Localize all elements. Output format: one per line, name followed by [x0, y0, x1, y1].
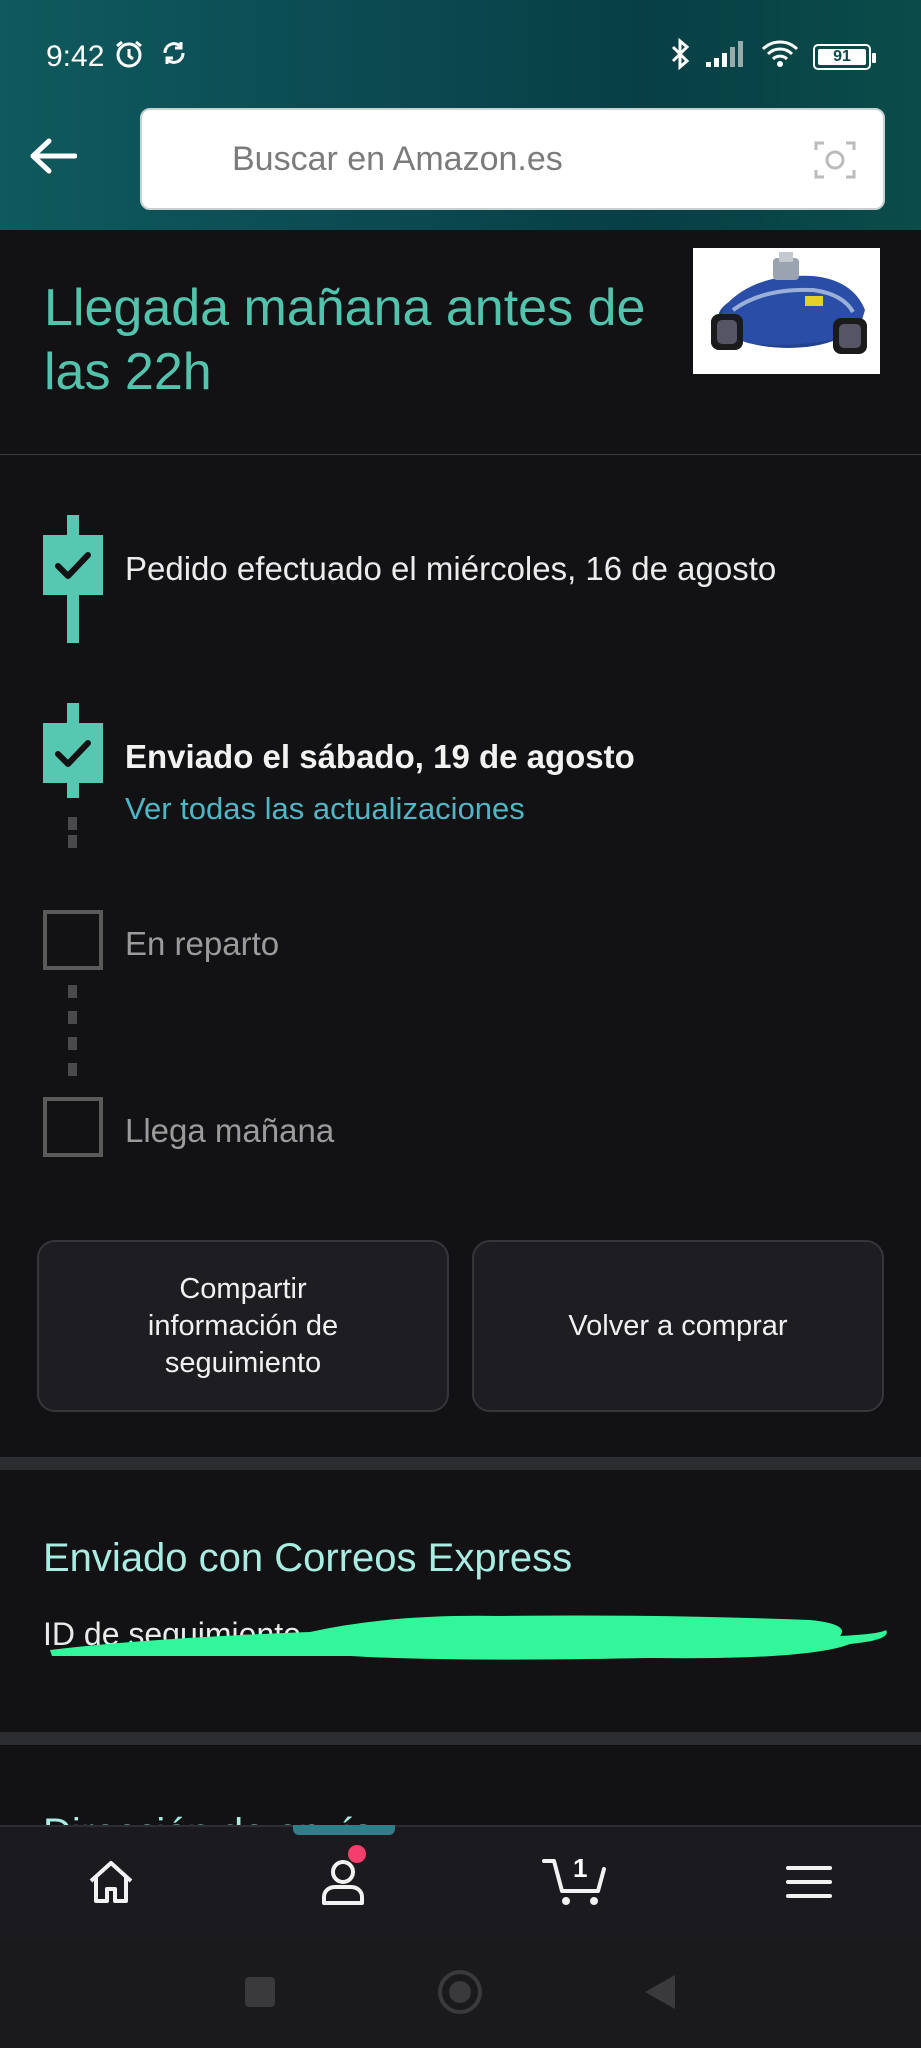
timeline-dash	[68, 1063, 77, 1076]
back-arrow-icon	[29, 138, 78, 179]
nav-account[interactable]	[268, 1827, 418, 1942]
step-shipped: Enviado el sábado, 19 de agosto	[125, 738, 635, 775]
wifi-icon	[761, 39, 799, 74]
shipping-address-section: Dirección de envío	[0, 1745, 921, 1825]
triangle-back-icon	[643, 1973, 677, 2016]
step-complete-checkbox	[43, 535, 103, 595]
timeline-dash	[68, 985, 77, 998]
view-all-updates-link[interactable]: Ver todas las actualizaciones	[125, 791, 525, 827]
sync-icon	[159, 38, 189, 75]
timeline-dash	[68, 835, 77, 848]
checkmark-icon	[43, 740, 103, 787]
system-navigation-bar	[0, 1940, 921, 2048]
shipping-address-title: Dirección de envío	[43, 1811, 374, 1825]
battery-level: 91	[833, 47, 851, 65]
timeline-dash	[68, 1011, 77, 1024]
search-input[interactable]: Buscar en Amazon.es	[140, 108, 885, 210]
carrier-title: Enviado con Correos Express	[43, 1536, 573, 1580]
signal-icon	[705, 40, 747, 73]
step-pending-checkbox	[43, 1097, 103, 1157]
buy-again-button[interactable]: Volver a comprar	[472, 1240, 884, 1412]
redaction-mark	[50, 1608, 890, 1668]
step-pending-checkbox	[43, 910, 103, 970]
back-system-button[interactable]	[610, 1940, 710, 2048]
tracking-timeline: Pedido efectuado el miércoles, 16 de ago…	[0, 455, 921, 1412]
status-left-icons	[113, 38, 189, 75]
section-divider	[0, 1457, 921, 1470]
nav-cart[interactable]	[500, 1827, 650, 1942]
product-image[interactable]	[693, 248, 880, 374]
nav-home[interactable]	[36, 1827, 186, 1942]
step-order-placed: Pedido efectuado el miércoles, 16 de ago…	[125, 550, 777, 587]
step-complete-checkbox	[43, 723, 103, 783]
buy-again-label: Volver a comprar	[568, 1309, 788, 1342]
back-button[interactable]	[26, 136, 80, 180]
menu-icon	[786, 1864, 832, 1905]
nav-menu[interactable]	[734, 1827, 884, 1942]
arrival-section: Llegada mañana antes de las 22h	[0, 230, 921, 455]
home-icon	[87, 1859, 135, 1910]
notification-dot	[348, 1845, 366, 1863]
status-time: 9:42	[46, 40, 105, 73]
circle-icon	[437, 1969, 483, 2020]
home-system-button[interactable]	[410, 1940, 510, 2048]
bluetooth-icon	[669, 37, 691, 75]
account-icon	[318, 1857, 368, 1912]
section-divider	[0, 1732, 921, 1745]
arrival-title: Llegada mañana antes de las 22h	[44, 279, 646, 401]
share-tracking-button[interactable]: Compartir información de seguimiento	[37, 1240, 449, 1412]
shipping-section: Enviado con Correos Express ID de seguim…	[0, 1470, 921, 1734]
camera-search-icon[interactable]	[813, 138, 857, 187]
battery-indicator: 91	[813, 43, 876, 70]
status-bar: 9:42 91	[0, 0, 921, 100]
timeline-dash	[68, 1037, 77, 1050]
square-icon	[243, 1975, 277, 2014]
share-tracking-label: Compartir información de seguimiento	[147, 1272, 339, 1379]
timeline-dash	[68, 817, 77, 830]
status-right-icons: 91	[669, 37, 876, 75]
step-out-for-delivery: En reparto	[125, 925, 280, 962]
app-header: 9:42 91 Buscar en Amazon.es	[0, 0, 921, 230]
recents-button[interactable]	[210, 1940, 310, 2048]
step-arrives-tomorrow: Llega mañana	[125, 1112, 335, 1149]
checkmark-icon	[43, 552, 103, 599]
alarm-icon	[113, 38, 145, 75]
search-placeholder: Buscar en Amazon.es	[232, 140, 563, 178]
bottom-navigation: 1	[0, 1825, 921, 1940]
cart-count: 1	[573, 1853, 588, 1883]
